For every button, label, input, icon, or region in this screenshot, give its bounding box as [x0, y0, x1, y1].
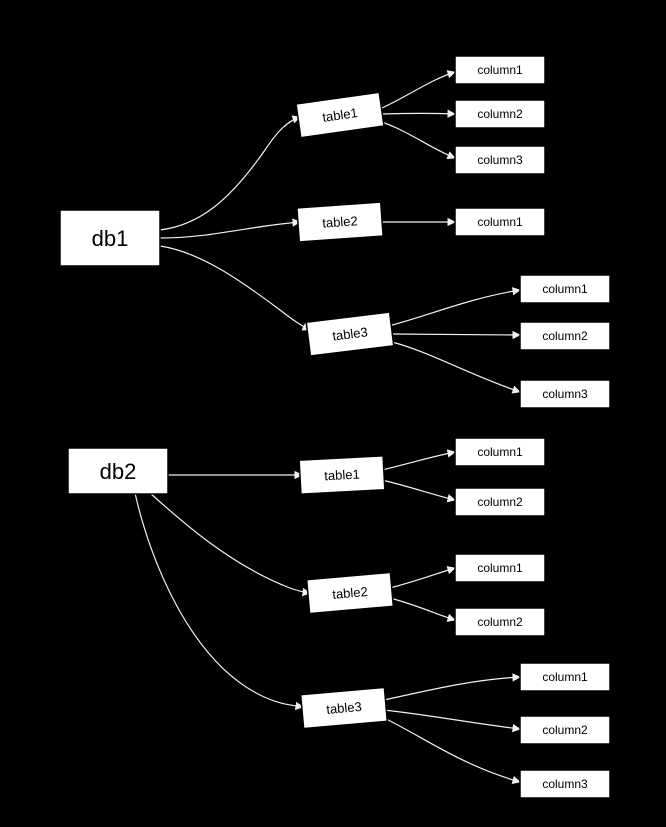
label-db2-t1-c2: column2: [477, 495, 523, 509]
edge-db1-t1-c2: [382, 113, 455, 114]
edge-db2-t3-c1: [384, 677, 520, 700]
label-db1-t3-c1: column1: [542, 282, 588, 296]
label-db2: db2: [100, 459, 137, 484]
edge-db2-t3-c2: [384, 710, 520, 729]
node-db1-t3-c2: column2: [520, 322, 610, 350]
label-db2-table1: table1: [324, 467, 360, 484]
edge-db2-t2-c1: [390, 568, 455, 588]
label-db2-t3-c3: column3: [542, 777, 588, 791]
label-db2-table3: table3: [326, 699, 363, 717]
label-db2-t1-c1: column1: [477, 445, 523, 459]
label-db2-t2-c2: column2: [477, 615, 523, 629]
edge-db2-t1-c1: [382, 452, 455, 470]
edge-db2-t1-c2: [382, 480, 455, 500]
node-db2-t2-c2: column2: [455, 608, 545, 636]
edge-db1-t1-c3: [382, 122, 455, 158]
label-db2-t3-c2: column2: [542, 723, 588, 737]
node-db1-t1-c2: column2: [455, 100, 545, 128]
node-db1-table1: table1: [296, 92, 384, 137]
label-db1-table2: table2: [322, 213, 358, 230]
node-db1-t3-c3: column3: [520, 380, 610, 408]
node-db2-t3-c3: column3: [520, 770, 610, 798]
edge-db1-table2: [160, 222, 300, 238]
node-db2-t1-c1: column1: [455, 438, 545, 466]
database-hierarchy-diagram: db1 table1 column1 column2 column3 table…: [0, 0, 666, 827]
label-db1: db1: [92, 226, 129, 251]
label-db1-t1-c2: column2: [477, 107, 523, 121]
node-db1-t3-c1: column1: [520, 275, 610, 303]
label-db2-t2-c1: column1: [477, 561, 523, 575]
edge-db1-t1-c1: [382, 72, 455, 108]
node-db2-t3-c1: column1: [520, 663, 610, 691]
label-db1-t1-c3: column3: [477, 153, 523, 167]
node-db1-table2: table2: [297, 202, 383, 242]
edge-db2-table3: [135, 493, 303, 707]
edge-db2-table2: [150, 493, 310, 593]
node-db2-t2-c1: column1: [455, 554, 545, 582]
node-db2-t1-c2: column2: [455, 488, 545, 516]
edge-db1-table1: [160, 117, 300, 230]
edge-db2-t3-c3: [384, 718, 520, 782]
edge-db1-t3-c2: [392, 334, 520, 335]
edge-db1-table3: [160, 246, 310, 330]
node-db1-t1-c1: column1: [455, 56, 545, 84]
node-db2-t3-c2: column2: [520, 716, 610, 744]
label-db1-t3-c2: column2: [542, 329, 588, 343]
label-db1-t1-c1: column1: [477, 63, 523, 77]
node-db1-table3: table3: [306, 312, 394, 356]
label-db1-t3-c3: column3: [542, 387, 588, 401]
node-db2: db2: [68, 448, 168, 494]
node-db1: db1: [60, 210, 160, 266]
label-db2-t3-c1: column1: [542, 670, 588, 684]
node-db2-table1: table1: [299, 456, 385, 494]
label-db2-table2: table2: [332, 584, 369, 602]
edge-db1-t3-c1: [392, 290, 520, 325]
node-db1-t1-c3: column3: [455, 146, 545, 174]
edge-db1-t3-c3: [392, 342, 520, 392]
node-db1-t2-c1: column1: [455, 208, 545, 236]
node-db2-table3: table3: [301, 687, 388, 728]
edge-db2-t2-c2: [390, 598, 455, 620]
label-db1-t2-c1: column1: [477, 215, 523, 229]
node-db2-table2: table2: [307, 572, 394, 613]
